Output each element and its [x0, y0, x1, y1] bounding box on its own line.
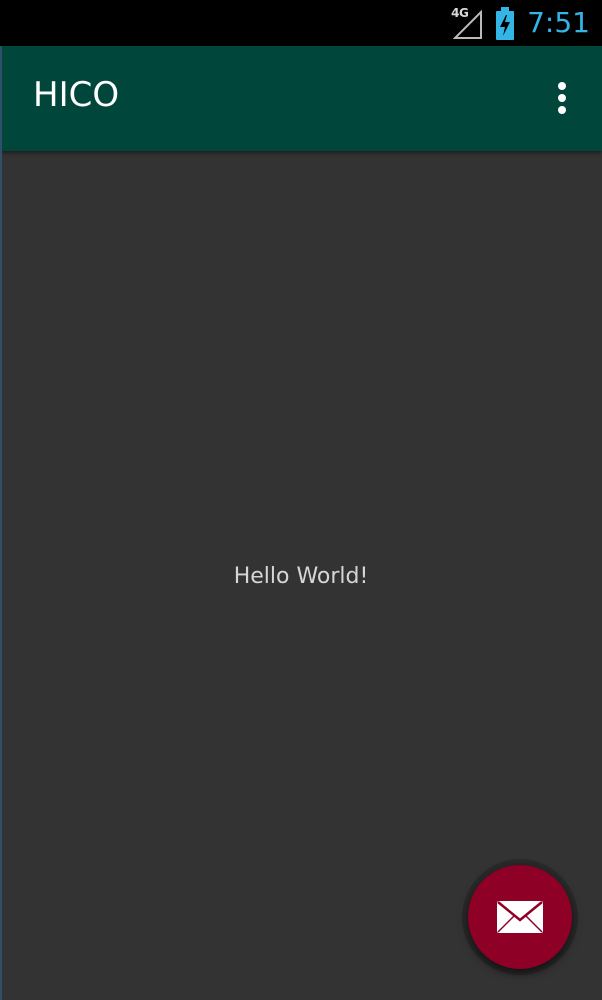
overflow-menu-button[interactable] [545, 76, 579, 120]
app-title: HICO [33, 75, 120, 115]
app-bar: HICO [0, 46, 602, 151]
status-bar: 4G 7:51 [0, 0, 602, 46]
hello-message: Hello World! [233, 564, 369, 589]
mail-icon [497, 901, 543, 933]
status-clock: 7:51 [527, 6, 590, 39]
signal-indicator: 4G [451, 6, 485, 40]
signal-strength-icon [453, 10, 483, 39]
battery-charging-icon [496, 7, 515, 40]
overflow-menu-icon [558, 82, 566, 114]
compose-mail-fab[interactable] [468, 865, 572, 969]
window-edge [0, 46, 2, 1000]
status-icons: 4G 7:51 [451, 0, 590, 46]
